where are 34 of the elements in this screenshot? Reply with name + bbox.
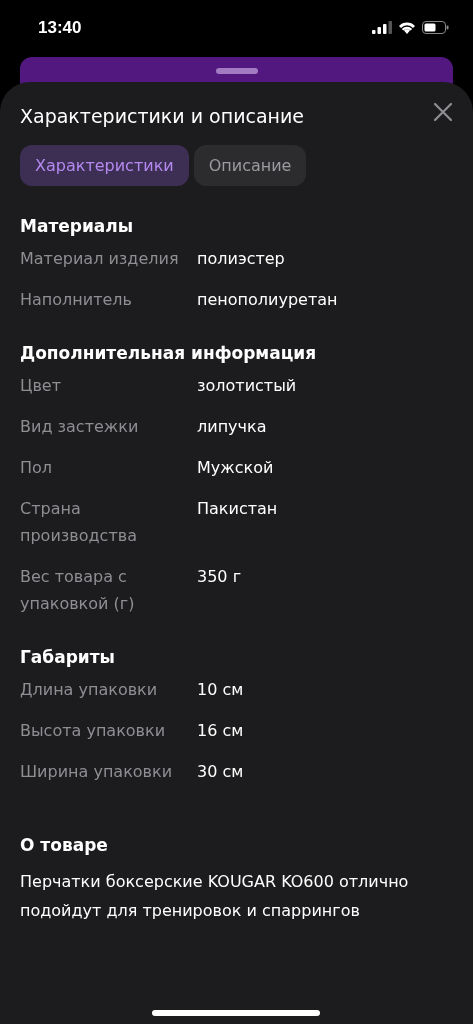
property-label: Длина упаковки bbox=[20, 679, 159, 701]
property-label: Пол bbox=[20, 457, 54, 479]
section-title: Материалы bbox=[20, 216, 135, 236]
property-value: 10 см bbox=[197, 679, 244, 701]
property-value: липучка bbox=[197, 416, 267, 438]
property-value: золотистый bbox=[197, 375, 297, 397]
property-label: Материал изделия bbox=[20, 248, 180, 270]
sheet-title: Характеристики и описание bbox=[20, 105, 305, 127]
property-value: 16 см bbox=[197, 720, 244, 742]
wifi-icon bbox=[398, 21, 416, 34]
property-label: Вес товара с упаковкой (г) bbox=[20, 566, 136, 615]
property-value: 30 см bbox=[197, 761, 244, 783]
property-label: Вид застежки bbox=[20, 416, 140, 438]
section-title: Дополнительная информация bbox=[20, 343, 318, 363]
close-icon[interactable] bbox=[433, 102, 453, 122]
drag-handle[interactable] bbox=[215, 68, 258, 74]
property-value: Пакистан bbox=[197, 498, 278, 520]
property-value: полиэстер bbox=[197, 248, 285, 270]
property-value: пенополиуретан bbox=[197, 289, 338, 311]
section-title: Габариты bbox=[20, 647, 116, 667]
property-label: Ширина упаковки bbox=[20, 761, 174, 783]
property-label: Цвет bbox=[20, 375, 62, 397]
signal-icon bbox=[372, 21, 392, 34]
tab[interactable]: Характеристики bbox=[20, 145, 189, 186]
property-label: Высота упаковки bbox=[20, 720, 167, 742]
property-label: Наполнитель bbox=[20, 289, 133, 311]
battery-icon bbox=[422, 21, 449, 34]
description-text: Перчатки боксерские KOUGAR KO600 отлично подойдут для тренировок и спаррингов bbox=[20, 871, 410, 922]
property-label: Страна производства bbox=[20, 498, 138, 547]
property-value: Мужской bbox=[197, 457, 274, 479]
section-title: О товаре bbox=[20, 835, 109, 855]
status-time: 13:40 bbox=[38, 17, 82, 38]
tab[interactable]: Описание bbox=[193, 145, 307, 186]
property-value: 350 г bbox=[197, 566, 242, 588]
